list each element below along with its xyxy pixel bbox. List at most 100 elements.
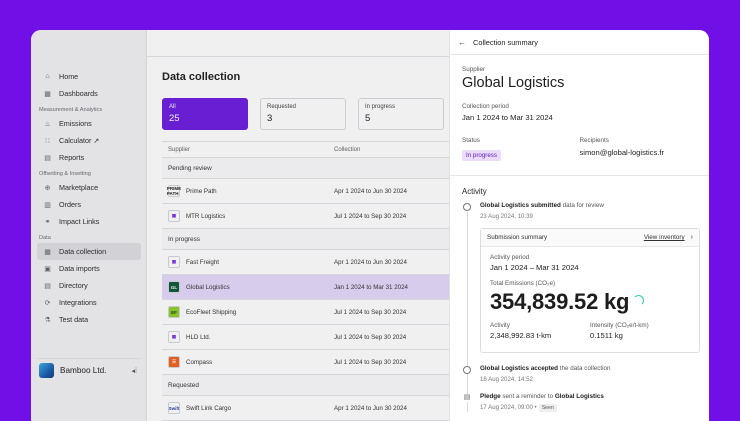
group-header: Pending review bbox=[162, 158, 449, 179]
sidebar-section-label: Offsetting & Insetting bbox=[39, 171, 91, 177]
collection-period-cell: Apr 1 2024 to Jun 30 2024 bbox=[334, 187, 407, 195]
supplier-logo: ☰ bbox=[168, 356, 180, 368]
filter-card-count: 3 bbox=[267, 113, 273, 124]
sidebar-item-label: Orders bbox=[59, 200, 81, 209]
collection-period-cell: Jul 1 2024 to Sep 30 2024 bbox=[334, 212, 407, 220]
filter-card-requested[interactable]: Requested 3 bbox=[260, 98, 346, 130]
panel-header: ← Collection summary bbox=[450, 30, 709, 55]
view-inventory-link[interactable]: View inventory bbox=[644, 234, 685, 241]
integrations-icon: ⟳ bbox=[44, 299, 51, 307]
filter-card-label: Requested bbox=[267, 104, 297, 110]
divider bbox=[450, 175, 709, 176]
table-row[interactable]: Swift Swift Link Cargo Apr 1 2024 to Jun 3… bbox=[162, 396, 449, 421]
sidebar-item-impact-links[interactable]: ⚭ Impact Links bbox=[37, 213, 141, 230]
calendar-icon: ▤ bbox=[463, 394, 471, 402]
sidebar-item-orders[interactable]: ▥ Orders bbox=[37, 196, 141, 213]
sidebar-item-dashboards[interactable]: ▦ Dashboards bbox=[37, 85, 141, 102]
submission-summary-header: Submission summary View inventory › bbox=[481, 229, 699, 247]
table-row[interactable]: PRIME PATH Prime Path Apr 1 2024 to Jun 30… bbox=[162, 179, 449, 204]
submission-summary-card: Submission summary View inventory › Acti… bbox=[480, 228, 700, 353]
timeline-event-accepted: Global Logistics accepted the data colle… bbox=[462, 365, 697, 383]
supplier-logo: GL bbox=[168, 281, 180, 293]
supplier-name-cell: HLD Ltd. bbox=[186, 333, 211, 341]
sidebar-section-label: Measurement & Analytics bbox=[39, 107, 103, 113]
back-arrow-icon[interactable]: ← bbox=[458, 38, 466, 47]
collapse-sidebar-icon[interactable]: ◂⁞ bbox=[132, 367, 137, 375]
status-badge: In progress bbox=[462, 150, 501, 161]
event-actor: Global Logistics accepted bbox=[480, 365, 559, 372]
sidebar-item-home[interactable]: ⌂ Home bbox=[37, 68, 141, 85]
sidebar-item-label: Emissions bbox=[59, 119, 92, 128]
orders-icon: ▥ bbox=[44, 201, 51, 209]
event-time: 23 Aug 2024, 10:39 bbox=[480, 213, 533, 220]
chevron-right-icon[interactable]: › bbox=[691, 234, 693, 241]
timeline-event-reminder: ▤ Pledge sent a reminder to Global Logis… bbox=[462, 393, 697, 412]
supplier-logo: Swift bbox=[168, 402, 180, 414]
sidebar-item-label: Home bbox=[59, 72, 79, 81]
column-header-collection[interactable]: Collection bbox=[334, 147, 449, 153]
activity-heading: Activity bbox=[462, 187, 487, 196]
collection-period-value: Jan 1 2024 to Mar 31 2024 bbox=[462, 113, 553, 122]
table-row[interactable]: ▦ Fast Freight Apr 1 2024 to Jun 30 2024 bbox=[162, 250, 449, 275]
sidebar-item-marketplace[interactable]: ⊕ Marketplace bbox=[37, 179, 141, 196]
org-switcher[interactable]: Bamboo Ltd. ◂⁞ bbox=[37, 358, 141, 382]
sidebar-item-data-collection[interactable]: ▦ Data collection bbox=[37, 243, 141, 260]
sidebar-item-label: Data imports bbox=[59, 264, 100, 273]
supplier-logo: ▦ bbox=[168, 331, 180, 343]
table-row[interactable]: ▦ HLD Ltd. Jul 1 2024 to Sep 30 2024 bbox=[162, 325, 449, 350]
sidebar-item-data-imports[interactable]: ▣ Data imports bbox=[37, 260, 141, 277]
top-bar bbox=[147, 30, 449, 57]
collection-period-cell: Apr 1 2024 to Jun 30 2024 bbox=[334, 258, 407, 266]
table-row[interactable]: ☰ Compass Jul 1 2024 to Sep 30 2024 bbox=[162, 350, 449, 375]
event-time: 18 Aug 2024, 14:52 bbox=[480, 376, 533, 383]
supplier-name-cell: MTR Logistics bbox=[186, 212, 226, 220]
event-time: 17 Aug 2024, 09:00 • bbox=[480, 404, 537, 411]
filter-card-in-progress[interactable]: In progress 5 bbox=[358, 98, 444, 130]
filter-card-label: In progress bbox=[365, 104, 396, 110]
column-header-supplier[interactable]: Supplier bbox=[162, 147, 334, 153]
activity-metric-value: 2,348,992.83 t-km bbox=[490, 331, 552, 340]
table-row[interactable]: GL Global Logistics Jan 1 2024 to Mar 31 2… bbox=[162, 275, 449, 300]
loading-spinner-icon bbox=[633, 294, 645, 306]
sidebar-item-emissions[interactable]: ♨ Emissions bbox=[37, 115, 141, 132]
collection-period-cell: Jul 1 2024 to Sep 30 2024 bbox=[334, 333, 407, 341]
sidebar-item-reports[interactable]: ▤ Reports bbox=[37, 149, 141, 166]
table-row[interactable]: EF EcoFleet Shipping Jul 1 2024 to Sep 30 … bbox=[162, 300, 449, 325]
sidebar-item-directory[interactable]: ▤ Directory bbox=[37, 277, 141, 294]
supplier-logo: EF bbox=[168, 306, 180, 318]
group-header: In progress bbox=[162, 229, 449, 250]
sidebar-item-calculator[interactable]: ∷ Calculator ↗ bbox=[37, 132, 141, 149]
sidebar-item-label: Data collection bbox=[59, 247, 107, 256]
collections-table: Supplier Collection Pending review PRIME … bbox=[162, 141, 449, 421]
event-target: Global Logistics bbox=[554, 393, 604, 400]
table-row[interactable]: ▦ MTR Logistics Jul 1 2024 to Sep 30 2024 bbox=[162, 204, 449, 229]
filter-card-count: 5 bbox=[365, 113, 371, 124]
sidebar-item-integrations[interactable]: ⟳ Integrations bbox=[37, 294, 141, 311]
supplier-label: Supplier bbox=[462, 66, 486, 73]
app-window: ⌂ Home ▦ Dashboards Measurement & Analytics ♨… bbox=[31, 30, 709, 421]
group-header: Requested bbox=[162, 375, 449, 396]
sidebar-item-label: Marketplace bbox=[59, 183, 99, 192]
timeline-event-submitted: Global Logistics submitted data for revi… bbox=[462, 202, 697, 220]
org-name: Bamboo Ltd. bbox=[60, 366, 107, 375]
filter-card-all[interactable]: All 25 bbox=[162, 98, 248, 130]
collection-summary-panel: ← Collection summary Supplier Global Log… bbox=[449, 30, 709, 421]
sidebar-item-label: Reports bbox=[59, 153, 85, 162]
sidebar-item-label: Dashboards bbox=[59, 89, 98, 98]
seen-badge: Seen bbox=[538, 404, 557, 412]
total-emissions-label: Total Emissions (CO₂e) bbox=[490, 280, 556, 287]
link-icon: ⚭ bbox=[44, 218, 51, 226]
emissions-icon: ♨ bbox=[44, 120, 51, 128]
event-actor: Global Logistics submitted bbox=[480, 202, 561, 209]
directory-icon: ▤ bbox=[44, 282, 51, 290]
calculator-icon: ∷ bbox=[45, 137, 50, 145]
activity-timeline: Global Logistics submitted data for revi… bbox=[462, 202, 700, 412]
recipients-label: Recipients bbox=[579, 137, 609, 144]
page-title: Data collection bbox=[162, 71, 241, 83]
collection-period-label: Collection period bbox=[462, 103, 509, 110]
collection-period-cell: Jan 1 2024 to Mar 31 2024 bbox=[334, 283, 408, 291]
supplier-logo: ▦ bbox=[168, 256, 180, 268]
sidebar-item-test-data[interactable]: ⚗ Test data bbox=[37, 311, 141, 328]
supplier-name-cell: Compass bbox=[186, 358, 213, 366]
test-data-icon: ⚗ bbox=[44, 316, 51, 324]
